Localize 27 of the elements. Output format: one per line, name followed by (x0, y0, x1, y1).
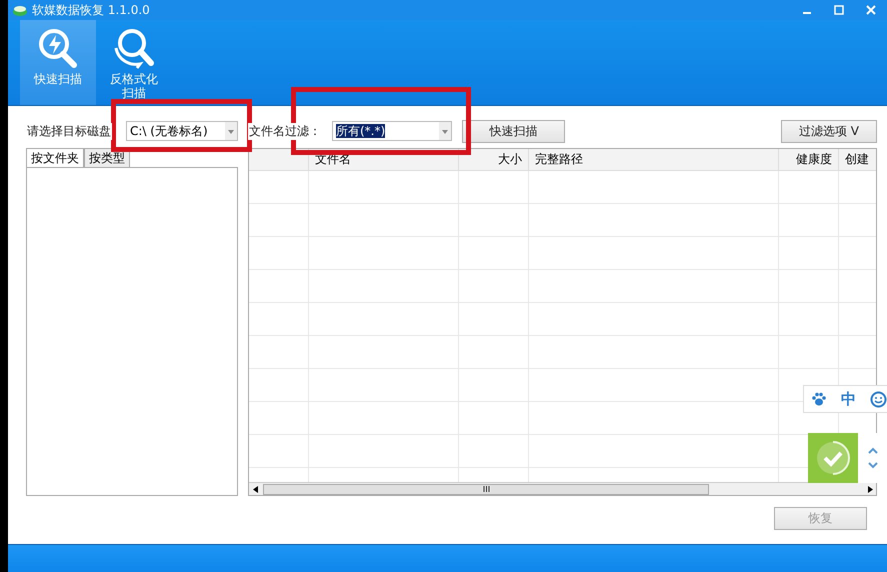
column-header[interactable]: 大小 (459, 149, 529, 170)
panel-tab[interactable]: 按类型 (84, 148, 130, 167)
status-widget[interactable] (808, 433, 858, 483)
quick-scan-button[interactable]: 快速扫描 (462, 120, 565, 142)
paw-icon[interactable] (811, 391, 827, 407)
disk-dropdown[interactable]: C:\ (无卷标名) (126, 121, 238, 141)
input-mode-toggle[interactable]: 中 (841, 390, 856, 408)
close-icon[interactable] (866, 5, 876, 15)
disk-label: 请选择目标磁盘 (26, 122, 112, 140)
column-header[interactable]: 完整路径 (529, 149, 779, 170)
column-header[interactable]: 健康度 (779, 149, 839, 170)
panel-tab[interactable]: 按文件夹 (26, 148, 84, 167)
app-logo-icon (12, 3, 28, 17)
filter-dropdown[interactable]: 所有(*.*) (332, 121, 452, 141)
horizontal-scrollbar[interactable] (249, 482, 876, 495)
column-header[interactable]: 创建 (839, 149, 876, 170)
maximize-icon[interactable] (834, 5, 844, 15)
search-lightning-icon (36, 26, 80, 70)
window-title: 软媒数据恢复 1.1.0.0 (32, 2, 150, 18)
grip-icon[interactable] (482, 486, 490, 492)
filter-options-button[interactable]: 过滤选项 V (781, 120, 877, 142)
toolbar-tab[interactable]: 反格式化扫描 (96, 20, 172, 105)
check-icon (815, 440, 851, 476)
scroll-right-icon[interactable] (868, 486, 872, 492)
scroll-left-icon[interactable] (252, 486, 258, 492)
smiley-icon[interactable] (870, 390, 887, 408)
search-refresh-icon (112, 26, 156, 70)
